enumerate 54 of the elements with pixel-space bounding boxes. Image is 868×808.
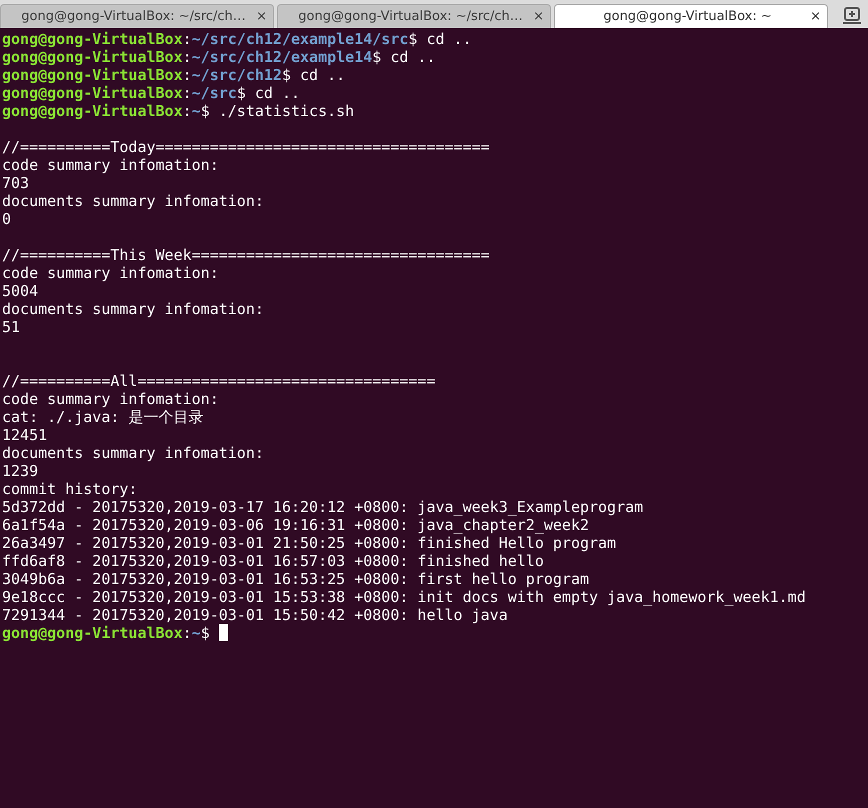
output-text: //==========This Week================================= bbox=[2, 246, 490, 264]
prompt-path: ~ bbox=[192, 624, 201, 642]
prompt-path: ~/src/ch12/example14 bbox=[192, 48, 372, 66]
prompt-path: ~/src/ch12/example14/src bbox=[192, 30, 408, 48]
prompt-user-host: gong@gong-VirtualBox bbox=[2, 30, 183, 48]
prompt-path: ~/src bbox=[192, 84, 237, 102]
output-text: 12451 bbox=[2, 426, 48, 444]
output-text: 5004 bbox=[2, 282, 38, 300]
close-icon[interactable]: × bbox=[533, 10, 544, 23]
prompt-user-host: gong@gong-VirtualBox bbox=[2, 624, 183, 642]
prompt-user-host: gong@gong-VirtualBox bbox=[2, 66, 183, 84]
command-text: $ cd .. bbox=[408, 30, 472, 48]
close-icon[interactable]: × bbox=[810, 10, 821, 23]
output-text: code summary infomation: bbox=[2, 390, 219, 408]
output-text: 703 bbox=[2, 174, 30, 192]
output-text: documents summary infomation: bbox=[2, 300, 264, 318]
prompt-separator: : bbox=[182, 84, 192, 102]
command-text: $ cd .. bbox=[282, 66, 346, 84]
tab-title[interactable]: gong@gong-VirtualBox: ~ bbox=[603, 8, 772, 24]
output-text: code summary infomation: bbox=[2, 264, 219, 282]
prompt-path: ~ bbox=[192, 102, 201, 120]
prompt-user-host: gong@gong-VirtualBox bbox=[2, 48, 183, 66]
tab-title[interactable]: gong@gong-VirtualBox: ~/src/ch… bbox=[21, 8, 246, 24]
output-text: documents summary infomation: bbox=[2, 444, 264, 462]
output-text: 9e18ccc - 20175320,2019-03-01 15:53:38 +0800: init docs with empty java_homework_week1.md bbox=[2, 588, 806, 606]
output-text: 0 bbox=[2, 210, 12, 228]
output-text: ffd6af8 - 20175320,2019-03-01 16:57:03 +0800: finished hello bbox=[2, 552, 544, 570]
command-text: $ cd .. bbox=[236, 84, 300, 102]
prompt-separator: : bbox=[182, 66, 192, 84]
prompt-separator: : bbox=[182, 102, 192, 120]
output-text: cat: ./.java: 是一个目录 bbox=[2, 408, 204, 426]
output-text: code summary infomation: bbox=[2, 156, 219, 174]
prompt-path: ~/src/ch12 bbox=[192, 66, 282, 84]
close-icon[interactable]: × bbox=[256, 10, 267, 23]
output-text: //==========Today===================================== bbox=[2, 138, 490, 156]
output-text: 1239 bbox=[2, 462, 38, 480]
output-text: 5d372dd - 20175320,2019-03-17 16:20:12 +0800: java_week3_Exampleprogram bbox=[2, 498, 644, 516]
tab-title[interactable]: gong@gong-VirtualBox: ~/src/ch… bbox=[298, 8, 523, 24]
output-text: 26a3497 - 20175320,2019-03-01 21:50:25 +0800: finished Hello program bbox=[2, 534, 616, 552]
prompt-separator: : bbox=[182, 624, 192, 642]
output-text: documents summary infomation: bbox=[2, 192, 264, 210]
prompt-user-host: gong@gong-VirtualBox bbox=[2, 84, 183, 102]
output-text: 3049b6a - 20175320,2019-03-01 16:53:25 +0800: first hello program bbox=[2, 570, 589, 588]
output-text: //==========All================================= bbox=[2, 372, 436, 390]
output-text: commit history: bbox=[2, 480, 138, 498]
command-text: $ cd .. bbox=[372, 48, 436, 66]
prompt-user-host: gong@gong-VirtualBox bbox=[2, 102, 183, 120]
prompt-separator: : bbox=[182, 30, 192, 48]
output-text: 6a1f54a - 20175320,2019-03-06 19:16:31 +0800: java_chapter2_week2 bbox=[2, 516, 589, 534]
command-text: $ bbox=[200, 624, 210, 642]
prompt-separator: : bbox=[182, 48, 192, 66]
output-text: 51 bbox=[2, 318, 20, 336]
command-text: $ ./statistics.sh bbox=[200, 102, 354, 120]
output-text: 7291344 - 20175320,2019-03-01 15:50:42 +0800: hello java bbox=[2, 606, 508, 624]
